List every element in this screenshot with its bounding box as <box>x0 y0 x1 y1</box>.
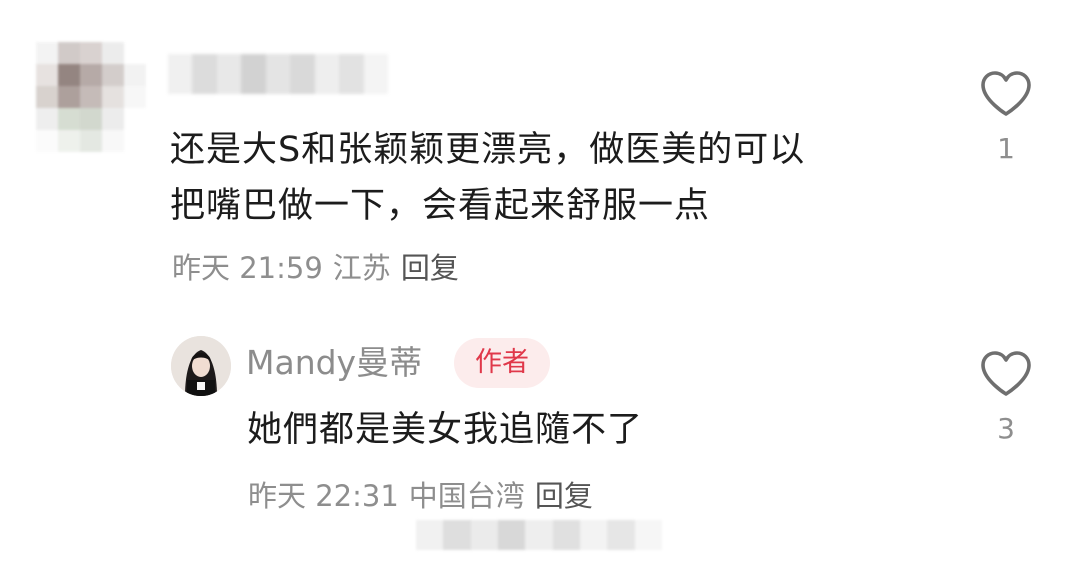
comment-meta: 昨天 21:59 江苏 回复 <box>172 250 459 286</box>
comment-thread: 还是大S和张颖颖更漂亮，做医美的可以 把嘴巴做一下，会看起来舒服一点 昨天 21… <box>0 0 1080 562</box>
comment-text-line-1: 还是大S和张颖颖更漂亮，做医美的可以 <box>170 130 806 170</box>
comment-like-button[interactable]: 1 <box>976 70 1036 165</box>
reply-meta: 昨天 22:31 中国台湾 回复 <box>248 478 593 514</box>
comment-text: 还是大S和张颖颖更漂亮，做医美的可以 把嘴巴做一下，会看起来舒服一点 <box>170 122 805 234</box>
author-avatar[interactable] <box>171 336 231 396</box>
heart-outline-icon <box>981 71 1031 116</box>
reply-time: 昨天 22:31 <box>248 479 399 513</box>
author-avatar-image <box>171 336 231 396</box>
comment-time: 昨天 21:59 <box>172 251 323 285</box>
comment-text-line-2: 把嘴巴做一下，会看起来舒服一点 <box>170 186 711 226</box>
commenter-avatar-blurred[interactable] <box>36 42 146 152</box>
reply-like-count: 3 <box>997 412 1015 445</box>
heart-outline-icon <box>981 351 1031 396</box>
reply-reply-button[interactable]: 回复 <box>535 479 593 513</box>
commenter-name-blurred[interactable] <box>168 54 388 94</box>
reply-text: 她們都是美女我追隨不了 <box>247 410 644 450</box>
author-badge: 作者 <box>454 338 550 388</box>
comment-like-count: 1 <box>997 132 1015 165</box>
author-name[interactable]: Mandy曼蒂 <box>246 340 422 386</box>
reply-location: 中国台湾 <box>408 479 525 513</box>
more-replies-blurred[interactable] <box>416 520 662 550</box>
comment-reply-button[interactable]: 回复 <box>401 251 459 285</box>
reply-like-button[interactable]: 3 <box>976 350 1036 445</box>
comment-location: 江苏 <box>332 251 391 285</box>
